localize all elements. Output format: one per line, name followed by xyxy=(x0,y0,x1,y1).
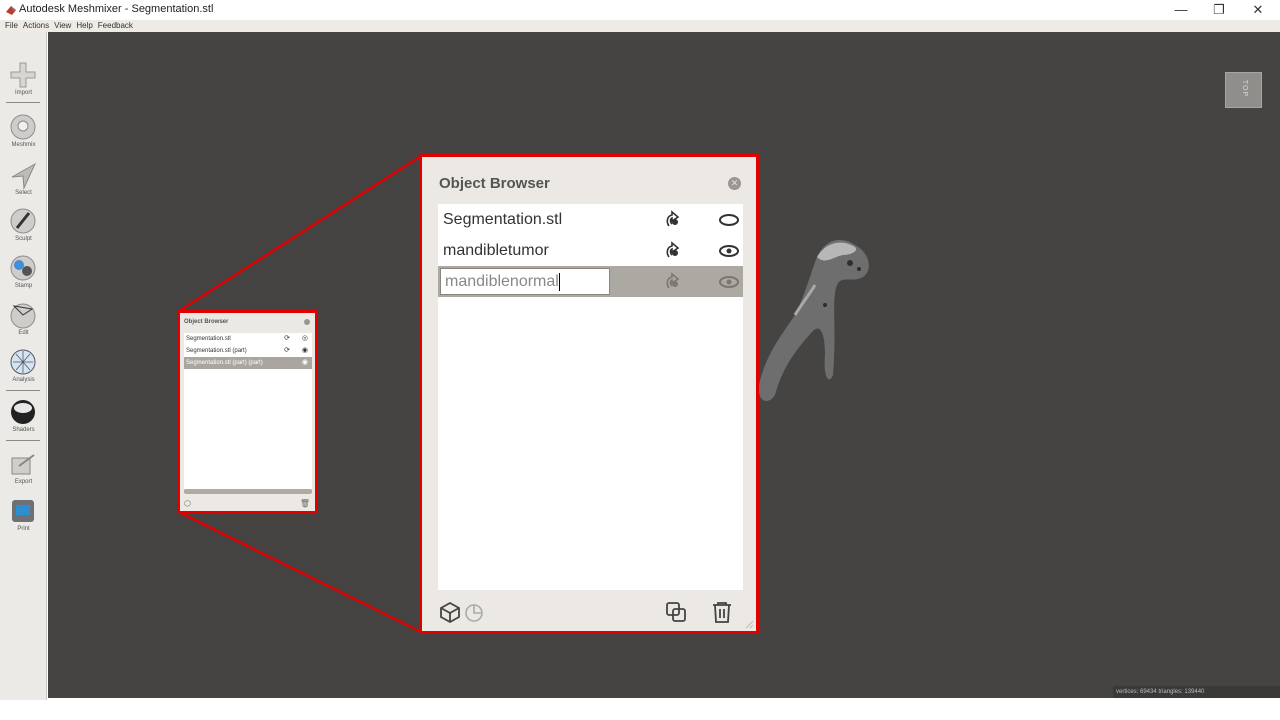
view-cube-label: TOP xyxy=(1241,79,1249,98)
analysis-label: Analysis xyxy=(12,377,35,383)
resize-grip-icon[interactable] xyxy=(744,619,754,629)
menu-help[interactable]: Help xyxy=(76,20,92,32)
analysis-tool[interactable]: Analysis xyxy=(0,345,47,393)
small-move-icon: ⟳ xyxy=(284,335,290,342)
shaders-icon xyxy=(11,400,35,424)
object-row[interactable]: mandibletumor xyxy=(438,235,743,266)
small-item-name: Segmentation.stl (part) xyxy=(186,348,247,354)
pie-chart-icon[interactable] xyxy=(462,600,486,624)
duplicate-icon[interactable] xyxy=(664,600,688,624)
edit-tool[interactable]: Edit xyxy=(0,298,47,346)
object-row[interactable]: Segmentation.stl xyxy=(438,204,743,235)
print-icon xyxy=(12,500,34,522)
sculpt-label: Sculpt xyxy=(15,236,32,242)
stamp-label: Stamp xyxy=(14,283,33,289)
small-item-name: Segmentation.stl xyxy=(186,336,231,342)
small-cube-icon: ⬡ xyxy=(184,499,191,508)
text-caret xyxy=(558,272,560,291)
cube-icon[interactable] xyxy=(438,600,462,624)
object-browser-footer xyxy=(438,600,743,626)
rename-input[interactable]: mandiblenormal xyxy=(440,268,610,295)
close-browser-button[interactable]: ✕ xyxy=(728,177,741,190)
export-label: Export xyxy=(14,479,33,485)
eye-icon[interactable] xyxy=(718,241,740,261)
small-browser-title: Object Browser xyxy=(184,319,229,325)
window-title: Autodesk Meshmixer - Segmentation.stl xyxy=(19,3,214,15)
menu-actions[interactable]: Actions xyxy=(23,20,49,32)
minimize-button[interactable]: — xyxy=(1166,2,1196,18)
toolbar-divider xyxy=(6,102,40,103)
small-eye-icon: ◉ xyxy=(301,359,308,366)
view-cube[interactable]: TOP xyxy=(1225,72,1262,108)
edit-icon xyxy=(10,303,36,329)
shaders-tool[interactable]: Shaders xyxy=(0,395,47,443)
small-eye-icon: ◎ xyxy=(301,335,308,342)
sculpt-brush-icon xyxy=(10,208,36,234)
import-plus-icon xyxy=(10,62,36,88)
object-name: mandibletumor xyxy=(443,242,549,259)
object-list: Segmentation.stl mandibletumor mandiblen… xyxy=(438,204,743,590)
analysis-icon xyxy=(10,349,36,375)
small-list-item: Segmentation.stl ⟳ ◎ xyxy=(184,333,312,345)
import-tool[interactable]: Import xyxy=(0,58,47,106)
sculpt-tool[interactable]: Sculpt xyxy=(0,204,47,252)
transform-icon[interactable] xyxy=(663,208,683,230)
object-browser-thumbnail: Object Browser Segmentation.stl ⟳ ◎ Segmen… xyxy=(177,310,318,514)
transform-icon[interactable] xyxy=(663,270,683,292)
meshmixer-logo-icon xyxy=(6,6,16,15)
meshmix-icon xyxy=(10,114,36,140)
toolbar-divider xyxy=(6,440,40,441)
small-trash-icon: 🗑 xyxy=(299,499,310,508)
menu-view[interactable]: View xyxy=(54,20,71,32)
shaders-label: Shaders xyxy=(12,427,35,433)
meshmix-tool[interactable]: Meshmix xyxy=(0,110,47,158)
trash-icon[interactable] xyxy=(710,600,734,624)
left-toolbar: Import Meshmix Select Sculpt Stamp Edit … xyxy=(0,32,47,700)
rename-input-value: mandiblenormal xyxy=(445,273,559,290)
small-list-item-selected: Segmentation.stl (part) (part) ◉ xyxy=(184,357,312,369)
visibility-hidden-icon[interactable] xyxy=(718,210,740,230)
export-icon xyxy=(11,454,35,475)
eye-icon[interactable] xyxy=(718,272,740,292)
mandible-mesh[interactable] xyxy=(755,235,875,405)
small-object-list: Segmentation.stl ⟳ ◎ Segmentation.stl (par… xyxy=(184,333,312,489)
object-row-selected[interactable]: mandiblenormal xyxy=(438,266,743,297)
stamp-icon xyxy=(10,255,36,281)
export-tool[interactable]: Export xyxy=(0,447,47,495)
print-label: Print xyxy=(17,526,30,532)
status-bar: vertices: 69434 triangles: 139440 xyxy=(1113,686,1280,698)
small-move-icon: ⟳ xyxy=(284,347,290,354)
import-label: Import xyxy=(14,90,32,96)
menu-feedback[interactable]: Feedback xyxy=(98,20,133,32)
meshmix-label: Meshmix xyxy=(11,142,36,148)
print-tool[interactable]: Print xyxy=(0,494,47,542)
title-bar: Autodesk Meshmixer - Segmentation.stl — … xyxy=(0,0,1280,20)
object-browser-title: Object Browser xyxy=(439,175,550,192)
close-window-button[interactable]: ✕ xyxy=(1243,2,1273,18)
small-list-item: Segmentation.stl (part) ⟳ ◉ xyxy=(184,345,312,357)
small-eye-icon: ◉ xyxy=(301,347,308,354)
menu-file[interactable]: File xyxy=(5,20,18,32)
select-tool[interactable]: Select xyxy=(0,158,47,206)
object-browser-panel: Object Browser ✕ Segmentation.stl mandib… xyxy=(419,154,759,634)
small-footer: ⬡ 🗑 xyxy=(184,499,312,509)
edit-label: Edit xyxy=(18,330,29,336)
select-label: Select xyxy=(15,190,32,196)
transform-icon[interactable] xyxy=(663,239,683,261)
small-scrollbar xyxy=(184,489,312,494)
toolbar-divider xyxy=(6,390,40,391)
small-close-icon xyxy=(304,319,310,325)
select-arrow-icon xyxy=(11,162,37,189)
small-item-name: Segmentation.stl (part) (part) xyxy=(186,360,263,366)
restore-button[interactable]: ❐ xyxy=(1204,2,1234,18)
menu-bar: File Actions View Help Feedback xyxy=(0,20,1280,32)
stamp-tool[interactable]: Stamp xyxy=(0,251,47,299)
object-name: Segmentation.stl xyxy=(443,211,563,228)
